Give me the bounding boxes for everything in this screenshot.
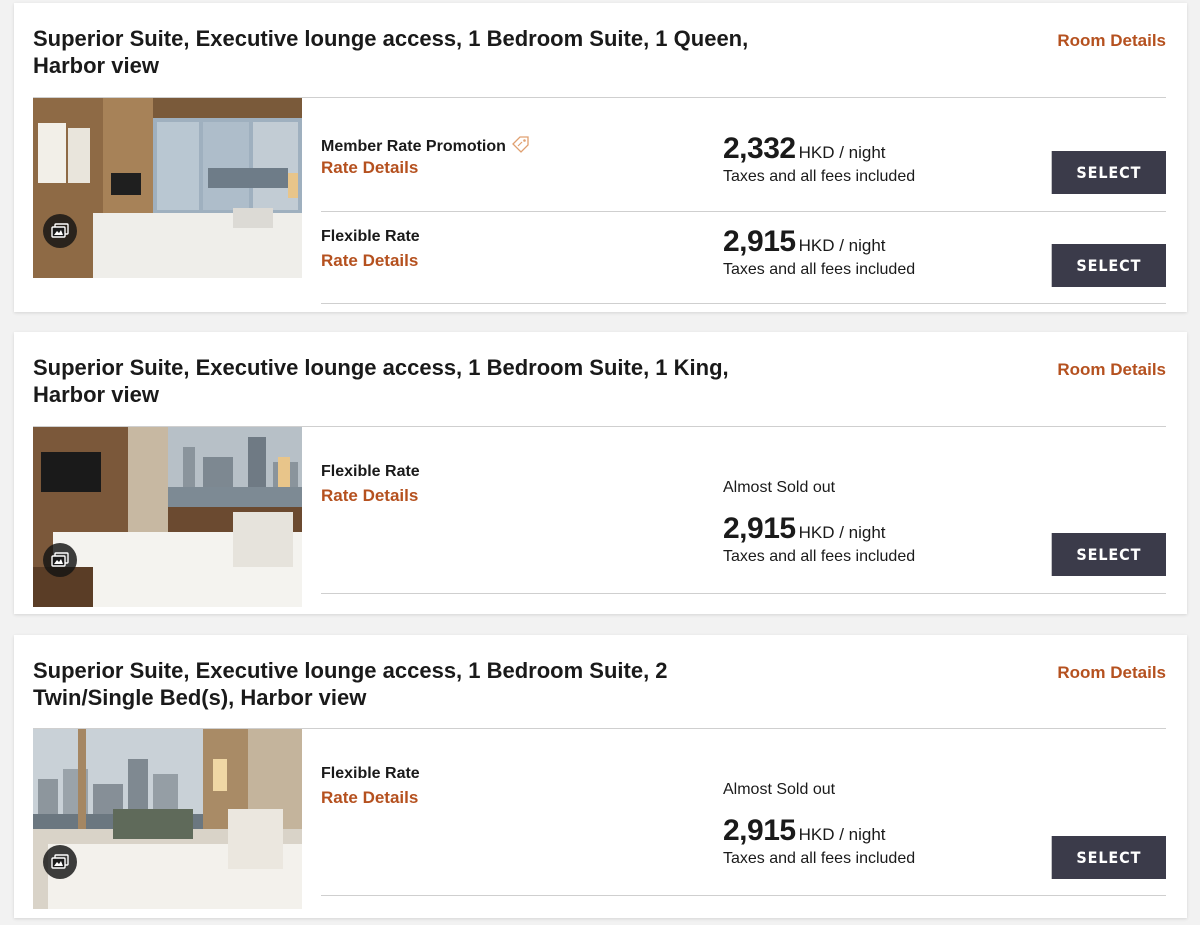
price-amount: 2,915 — [723, 814, 796, 847]
rate-row: Flexible Rate Rate Details Almost Sold o… — [321, 728, 1166, 896]
gallery-icon[interactable] — [43, 543, 77, 577]
price-block: 2,332 HKD / night Taxes and all fees inc… — [723, 132, 915, 186]
select-button[interactable]: SELECT — [1051, 836, 1166, 879]
taxes-note: Taxes and all fees included — [723, 261, 916, 278]
room-card: Superior Suite, Executive lounge access,… — [14, 635, 1187, 918]
room-title: Superior Suite, Executive lounge access,… — [33, 26, 749, 78]
room-details-link[interactable]: Room Details — [1057, 31, 1166, 51]
price-block: 2,915 HKD / night Taxes and all fees inc… — [723, 814, 915, 868]
rate-name: Flexible Rate — [321, 463, 420, 481]
rate-name-label: Flexible Rate — [321, 463, 420, 480]
room-photo[interactable] — [33, 729, 302, 909]
room-details-link[interactable]: Room Details — [1057, 360, 1166, 380]
gallery-icon-glyph — [51, 854, 69, 869]
rate-details-link[interactable]: Rate Details — [321, 158, 418, 178]
price-unit: HKD / night — [798, 236, 886, 255]
rate-details-link[interactable]: Rate Details — [321, 486, 418, 506]
price-unit: HKD / night — [798, 143, 886, 162]
rate-row: Flexible Rate Rate Details Almost Sold o… — [321, 426, 1166, 594]
price-unit: HKD / night — [798, 523, 886, 542]
rate-details-link[interactable]: Rate Details — [321, 788, 418, 808]
rate-name: Member Rate Promotion — [321, 135, 531, 158]
rate-name: Flexible Rate — [321, 228, 420, 246]
room-title: Superior Suite, Executive lounge access,… — [33, 658, 668, 710]
room-card: Superior Suite, Executive lounge access,… — [14, 3, 1187, 312]
rate-row: Member Rate Promotion Rate Details 2,332… — [321, 97, 1166, 212]
gallery-icon-glyph — [51, 223, 69, 238]
price-unit: HKD / night — [798, 825, 886, 844]
rate-name-label: Member Rate Promotion — [321, 137, 506, 155]
rate-row: Flexible Rate Rate Details 2,915 HKD / n… — [321, 212, 1166, 304]
select-button[interactable]: SELECT — [1051, 151, 1166, 194]
rate-name-label: Flexible Rate — [321, 765, 420, 782]
rate-name: Flexible Rate — [321, 765, 420, 783]
room-title: Superior Suite, Executive lounge access,… — [33, 355, 729, 407]
rate-details-link[interactable]: Rate Details — [321, 251, 418, 271]
taxes-note: Taxes and all fees included — [723, 168, 916, 185]
taxes-note: Taxes and all fees included — [723, 548, 916, 565]
promo-tag-icon — [511, 135, 531, 158]
rate-name-label: Flexible Rate — [321, 228, 420, 245]
price-block: 2,915 HKD / night Taxes and all fees inc… — [723, 225, 915, 279]
room-photo[interactable] — [33, 427, 302, 607]
gallery-icon-glyph — [51, 552, 69, 567]
availability-note: Almost Sold out — [723, 781, 836, 798]
select-button[interactable]: SELECT — [1051, 244, 1166, 287]
price-amount: 2,915 — [723, 512, 796, 545]
gallery-icon[interactable] — [43, 845, 77, 879]
room-card: Superior Suite, Executive lounge access,… — [14, 332, 1187, 614]
price-amount: 2,915 — [723, 225, 796, 258]
room-details-link[interactable]: Room Details — [1057, 663, 1166, 683]
gallery-icon[interactable] — [43, 214, 77, 248]
select-button[interactable]: SELECT — [1051, 533, 1166, 576]
availability-note: Almost Sold out — [723, 479, 836, 496]
price-amount: 2,332 — [723, 132, 796, 165]
room-photo[interactable] — [33, 98, 302, 278]
price-block: 2,915 HKD / night Taxes and all fees inc… — [723, 512, 915, 566]
taxes-note: Taxes and all fees included — [723, 850, 916, 867]
